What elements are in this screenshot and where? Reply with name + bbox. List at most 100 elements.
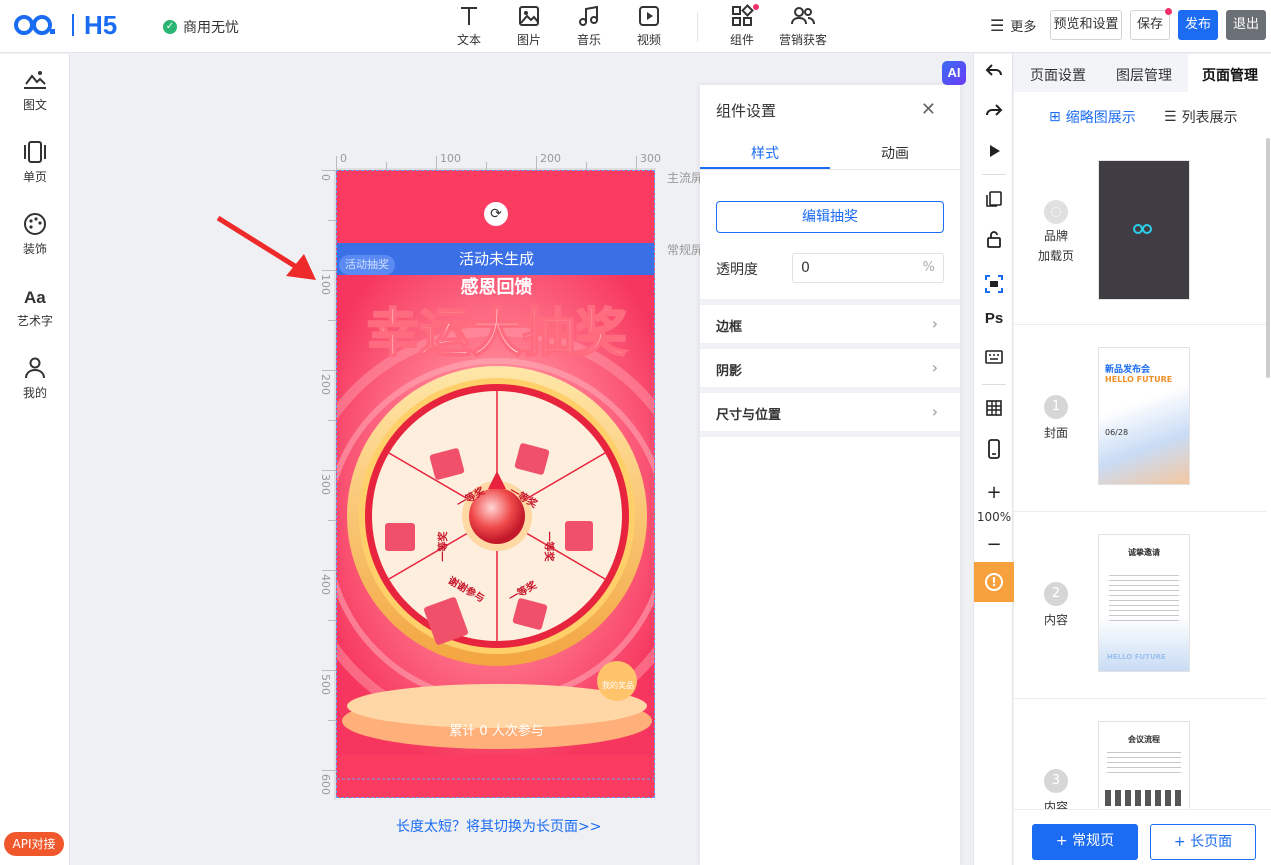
- commerce-badge[interactable]: ✓ 商用无忧: [163, 17, 239, 37]
- sidebar-item-mine[interactable]: 我的: [0, 356, 70, 401]
- ps-icon[interactable]: Ps: [974, 310, 1014, 327]
- page-name: 封面: [1043, 426, 1068, 440]
- page-name: 内容: [1043, 613, 1068, 627]
- copy-icon[interactable]: [974, 190, 1014, 212]
- add-normal-page-button[interactable]: + 常规页: [1032, 824, 1138, 860]
- my-prize-button[interactable]: 我的奖品: [599, 671, 637, 701]
- keyboard-icon[interactable]: [974, 350, 1014, 368]
- ocr-icon[interactable]: [974, 274, 1014, 298]
- section-label: 尺寸与位置: [716, 408, 782, 423]
- participants-text: 累计 0 人次参与: [449, 724, 544, 739]
- refresh-icon[interactable]: ⟳: [484, 202, 508, 226]
- undo-icon[interactable]: [974, 62, 1014, 84]
- tool-music[interactable]: 音乐: [564, 4, 614, 48]
- tab-style[interactable]: 样式: [700, 143, 830, 163]
- more-menu[interactable]: ☰ 更多: [990, 16, 1036, 35]
- sidebar-item-image-text[interactable]: 图文: [0, 68, 70, 113]
- zoom-in-icon[interactable]: +: [974, 482, 1014, 503]
- section-border[interactable]: 边框 ›: [700, 299, 960, 339]
- section-label: 阴影: [716, 364, 743, 379]
- switch-long-page-link[interactable]: 长度太短？将其切换为长页面>>: [396, 816, 601, 836]
- tab-page-management[interactable]: 页面管理: [1202, 65, 1258, 85]
- right-tool-column: Ps + 100% − !: [973, 54, 1014, 865]
- publish-button[interactable]: 发布: [1178, 10, 1218, 40]
- logo-mark-icon: [14, 15, 55, 35]
- thumb-date: 06/28: [1105, 428, 1129, 437]
- sidebar-item-decoration[interactable]: 装饰: [0, 212, 70, 257]
- sidebar-item-label: 艺术字: [16, 314, 53, 328]
- tool-text[interactable]: 文本: [444, 4, 494, 48]
- tool-video[interactable]: 视频: [624, 4, 674, 48]
- ruler-tick-label: 400: [319, 574, 332, 595]
- list-view-icon: ☰: [1164, 109, 1177, 125]
- mobile-icon[interactable]: [974, 439, 1014, 463]
- annotation-arrow-icon: [216, 215, 316, 280]
- pages-scrollbar[interactable]: [1266, 138, 1270, 378]
- single-page-icon: [24, 141, 46, 163]
- warning-button[interactable]: !: [974, 562, 1014, 602]
- thumb-subtitle: HELLO FUTURE: [1105, 375, 1173, 384]
- tool-image[interactable]: 图片: [504, 4, 554, 48]
- commerce-label: 商用无忧: [183, 20, 239, 36]
- ruler-tick-label: 500: [319, 674, 332, 695]
- check-icon: ✓: [163, 20, 177, 34]
- sidebar-item-art-text[interactable]: Aa 艺术字: [0, 284, 70, 329]
- page-item-content-2[interactable]: 2 内容 诚挚邀请 HELLO FUTURE: [1014, 512, 1266, 699]
- sidebar-item-label: 我的: [22, 386, 47, 400]
- thumb-subtitle: HELLO FUTURE: [1107, 653, 1166, 661]
- close-icon[interactable]: ✕: [921, 99, 936, 120]
- tab-layers[interactable]: 图层管理: [1116, 65, 1172, 85]
- subtitle-text: 感恩回馈: [460, 277, 533, 298]
- page-thumbnail: 诚挚邀请 HELLO FUTURE: [1098, 534, 1190, 672]
- view-list-label: 列表展示: [1181, 110, 1238, 126]
- logo[interactable]: H5: [12, 10, 117, 40]
- guide-main-label: 主流屏: [667, 171, 704, 185]
- section-shadow[interactable]: 阴影 ›: [700, 343, 960, 383]
- tool-marketing[interactable]: 营销获客: [774, 4, 832, 48]
- page-number: 3: [1044, 769, 1068, 793]
- edit-lottery-button[interactable]: 编辑抽奖: [716, 201, 944, 233]
- page-item-loading[interactable]: ◌ 品牌 加载页: [1014, 138, 1266, 325]
- preview-button[interactable]: 预览和设置: [1050, 10, 1122, 40]
- page-thumbnail: 会议流程: [1098, 721, 1190, 811]
- section-size-position[interactable]: 尺寸与位置 ›: [700, 387, 960, 427]
- page-item-content-3[interactable]: 3 内容 会议流程: [1014, 699, 1266, 814]
- sidebar-item-label: 装饰: [22, 242, 47, 256]
- tab-page-settings[interactable]: 页面设置: [1030, 65, 1086, 85]
- view-thumb-label: 缩略图展示: [1065, 110, 1136, 126]
- exit-button[interactable]: 退出: [1226, 10, 1266, 40]
- opacity-label: 透明度: [716, 262, 758, 278]
- ruler-tick-label: 300: [640, 152, 661, 165]
- view-list-toggle[interactable]: ☰ 列表展示: [1164, 107, 1238, 127]
- play-icon[interactable]: [974, 142, 1014, 164]
- sidebar-item-single-page[interactable]: 单页: [0, 140, 70, 185]
- sidebar-item-label: 单页: [22, 170, 47, 184]
- view-thumbnail-toggle[interactable]: ⊞ 缩略图展示: [1049, 107, 1136, 127]
- tool-label: 音乐: [576, 33, 601, 47]
- tool-label: 图片: [516, 33, 541, 47]
- phone-canvas[interactable]: 幸运大抽奖 ⟳ 活动未生成 活动抽奖 感恩回馈 一等奖 一等奖 一等奖 谢谢参与…: [336, 170, 655, 798]
- redo-icon[interactable]: [974, 102, 1014, 124]
- grid-icon[interactable]: [974, 399, 1014, 421]
- lock-icon[interactable]: [974, 230, 1014, 252]
- ai-button[interactable]: AI: [942, 61, 966, 85]
- more-label: 更多: [1010, 20, 1037, 35]
- tab-animation[interactable]: 动画: [830, 143, 960, 163]
- page-item-cover[interactable]: 1 封面 新品发布会 HELLO FUTURE 06/28: [1014, 325, 1266, 512]
- opacity-unit: %: [922, 260, 935, 275]
- tool-label: 视频: [636, 33, 661, 47]
- api-button[interactable]: API对接: [4, 832, 64, 856]
- title-art: 幸运大抽奖: [367, 304, 627, 364]
- thumb-title: 新品发布会: [1105, 365, 1151, 375]
- ruler-tick-label: 0: [319, 174, 332, 181]
- ruler-top: 0 100 200 300: [336, 152, 661, 170]
- ruler-tick-label: 600: [319, 774, 332, 795]
- opacity-input[interactable]: 0 %: [792, 253, 944, 283]
- page-thumbnail: 新品发布会 HELLO FUTURE 06/28: [1098, 347, 1190, 485]
- components-icon: [732, 4, 754, 26]
- tool-components[interactable]: 组件: [717, 4, 767, 48]
- save-button[interactable]: 保存: [1130, 8, 1172, 40]
- top-bar: H5 ✓ 商用无忧 文本 图片 音乐 视频 组件 营销获客 ☰ 更多 预览和设置…: [0, 0, 1271, 53]
- add-long-page-button[interactable]: + 长页面: [1150, 824, 1256, 860]
- zoom-out-icon[interactable]: −: [974, 534, 1014, 555]
